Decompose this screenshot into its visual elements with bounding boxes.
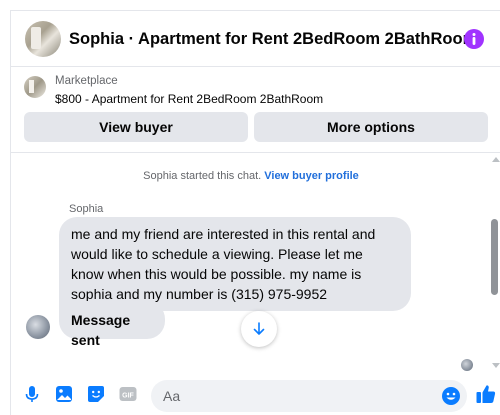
marketplace-listing-card: Marketplace $800 - Apartment for Rent 2B… (11, 67, 500, 153)
emoji-icon[interactable] (441, 386, 461, 406)
message-input[interactable]: Aa (151, 380, 467, 412)
info-icon[interactable] (463, 28, 485, 50)
arrow-down-icon (253, 322, 265, 335)
avatar[interactable] (25, 21, 61, 57)
more-options-button[interactable]: More options (254, 112, 488, 142)
scroll-to-bottom-button[interactable] (241, 311, 277, 347)
gif-icon[interactable]: GIF (119, 385, 137, 403)
microphone-icon[interactable] (23, 385, 41, 403)
conversation-title[interactable]: Sophia · Apartment for Rent 2BedRoom 2Ba… (69, 30, 477, 49)
message-list[interactable]: Sophia started this chat. View buyer pro… (11, 153, 500, 373)
system-message-text: Sophia started this chat. (143, 170, 262, 182)
gif-label: GIF (122, 392, 134, 399)
chat-header: Sophia · Apartment for Rent 2BedRoom 2Ba… (11, 11, 500, 67)
listing-thumbnail[interactable] (24, 76, 46, 98)
scrollbar-thumb[interactable] (491, 219, 498, 295)
view-buyer-button[interactable]: View buyer (24, 112, 248, 142)
chat-window: Sophia · Apartment for Rent 2BedRoom 2Ba… (10, 10, 500, 415)
sticker-icon[interactable] (87, 385, 105, 403)
chat-started-notice: Sophia started this chat. View buyer pro… (11, 170, 491, 182)
listing-title[interactable]: $800 - Apartment for Rent 2BedRoom 2Bath… (55, 92, 323, 106)
photo-icon[interactable] (55, 385, 73, 403)
view-buyer-profile-link[interactable]: View buyer profile (264, 170, 359, 182)
read-receipt-avatar (461, 359, 473, 371)
message-input-placeholder: Aa (163, 388, 181, 404)
sender-name: Sophia (69, 203, 104, 215)
message-bubble[interactable]: me and my friend are interested in this … (59, 217, 411, 311)
message-bubble[interactable]: Message sent (59, 301, 165, 348)
marketplace-label: Marketplace (55, 75, 118, 87)
scroll-up-arrow-icon[interactable] (492, 157, 500, 162)
sender-avatar[interactable] (26, 315, 50, 339)
message-composer: GIF Aa (11, 373, 500, 415)
scroll-down-arrow-icon[interactable] (492, 363, 500, 368)
scrollbar[interactable] (489, 155, 500, 373)
like-icon[interactable] (475, 383, 497, 405)
